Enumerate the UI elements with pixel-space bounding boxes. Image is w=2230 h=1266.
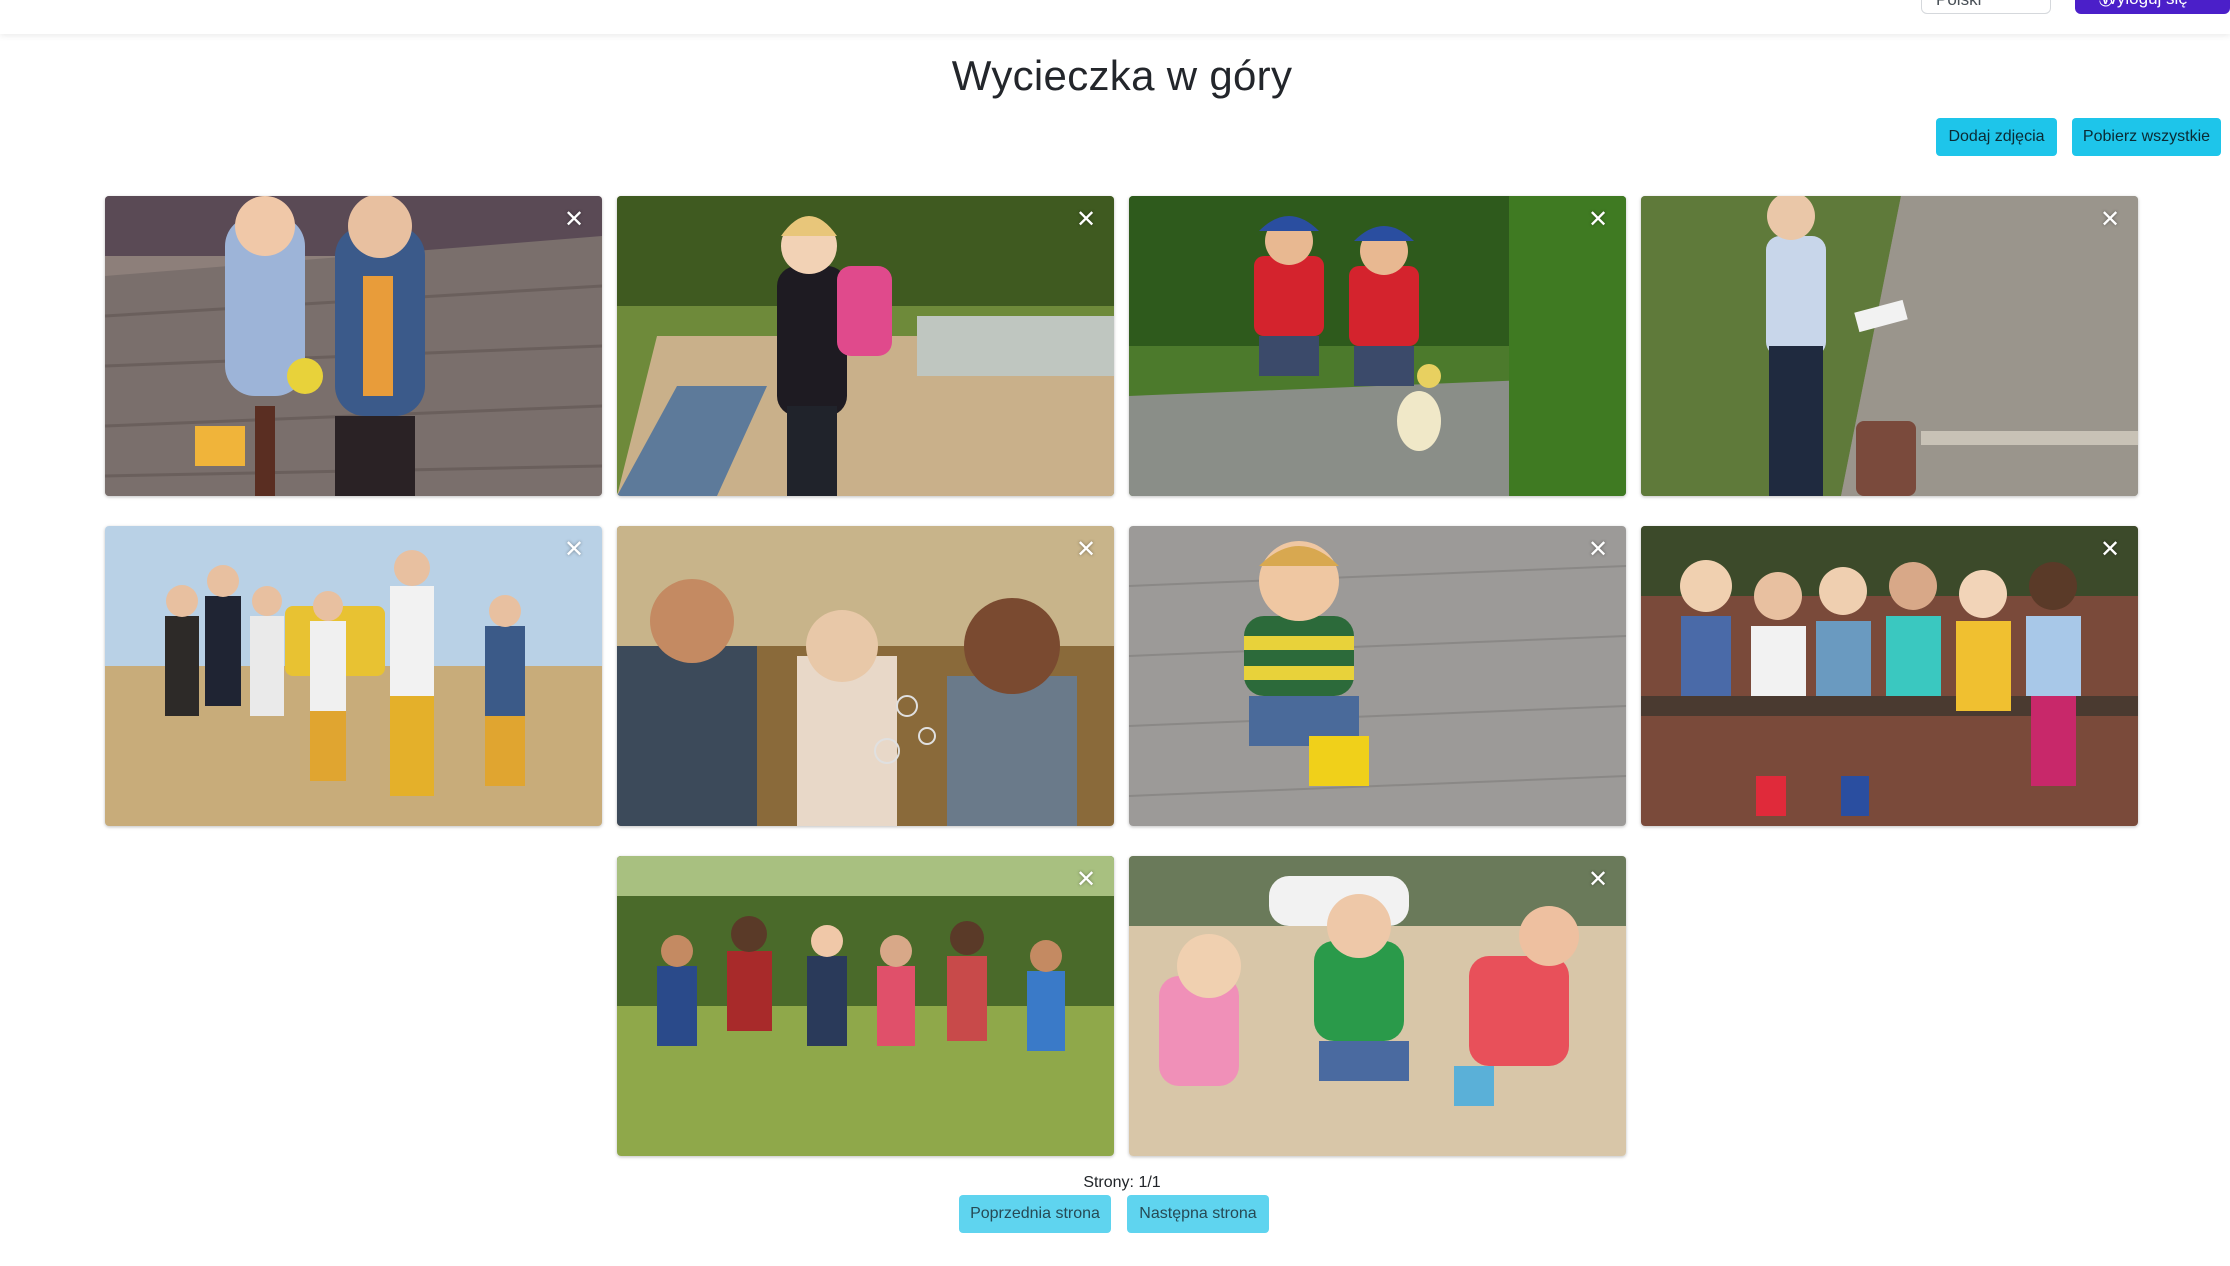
pagination-label: Strony: 1/1 <box>1083 1174 1161 1191</box>
photo-card[interactable]: ✕ <box>105 526 602 826</box>
photo-image <box>1129 856 1626 1156</box>
photo-image <box>105 196 602 496</box>
photo-card[interactable]: ✕ <box>617 526 1114 826</box>
close-icon[interactable]: ✕ <box>1074 208 1098 232</box>
next-page-button[interactable]: Następna strona <box>1127 1195 1269 1233</box>
photo-card[interactable]: ✕ <box>617 856 1114 1156</box>
close-icon[interactable]: ✕ <box>1586 538 1610 562</box>
photo-card[interactable]: ✕ <box>1641 526 2138 826</box>
photo-image <box>1129 526 1626 826</box>
close-icon[interactable]: ✕ <box>562 208 586 232</box>
logout-button[interactable]: ⎋ Wyloguj się <box>2075 0 2230 14</box>
photo-image <box>1641 526 2138 826</box>
photo-gallery: ✕ ✕ ✕ ✕ ✕ ✕ ✕ ✕ ✕ ✕ <box>0 0 2230 1266</box>
close-icon[interactable]: ✕ <box>1586 208 1610 232</box>
photo-card[interactable]: ✕ <box>1129 526 1626 826</box>
close-icon[interactable]: ✕ <box>1074 868 1098 892</box>
photo-card[interactable]: ✕ <box>1641 196 2138 496</box>
logout-icon: ⎋ <box>2099 0 2113 10</box>
download-all-button[interactable]: Pobierz wszystkie <box>2072 118 2221 156</box>
photo-card[interactable]: ✕ <box>1129 196 1626 496</box>
photo-image <box>617 856 1114 1156</box>
close-icon[interactable]: ✕ <box>2098 208 2122 232</box>
photo-image <box>617 526 1114 826</box>
photo-card[interactable]: ✕ <box>105 196 602 496</box>
photo-image <box>617 196 1114 496</box>
add-photos-button[interactable]: Dodaj zdjęcia <box>1936 118 2057 156</box>
close-icon[interactable]: ✕ <box>1586 868 1610 892</box>
close-icon[interactable]: ✕ <box>562 538 586 562</box>
photo-image <box>1641 196 2138 496</box>
close-icon[interactable]: ✕ <box>2098 538 2122 562</box>
page-title: Wycieczka w góry <box>951 52 1293 99</box>
photo-card[interactable]: ✕ <box>617 196 1114 496</box>
photo-card[interactable]: ✕ <box>1129 856 1626 1156</box>
previous-page-button[interactable]: Poprzednia strona <box>959 1195 1111 1233</box>
language-select[interactable]: Polski <box>1921 0 2051 14</box>
logout-label: Wyloguj się <box>2101 0 2188 8</box>
close-icon[interactable]: ✕ <box>1074 538 1098 562</box>
photo-image <box>105 526 602 826</box>
photo-image <box>1129 196 1626 496</box>
top-navbar: Polski ⎋ Wyloguj się <box>0 0 2230 34</box>
